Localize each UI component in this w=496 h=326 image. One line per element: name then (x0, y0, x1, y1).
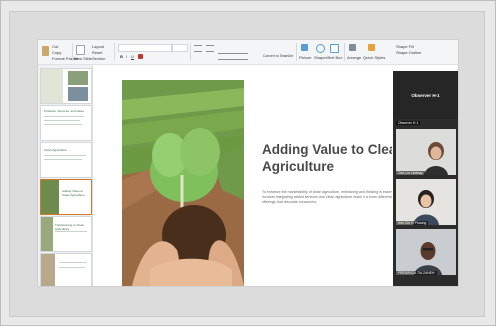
cut-button[interactable]: Cut (52, 44, 58, 49)
arrange-icon[interactable] (349, 44, 356, 51)
slide-title[interactable]: Adding Value to Clean Agriculture (262, 142, 392, 176)
picture-icon[interactable] (301, 44, 308, 51)
slide-canvas[interactable]: Adding Value to Clean Agriculture To enh… (122, 80, 392, 286)
slide-thumbnail[interactable]: Products, Services, and Ideas (40, 105, 92, 141)
section-button[interactable]: Section (92, 56, 105, 61)
slide-thumbnail[interactable]: Clean Agriculture (40, 142, 92, 178)
slide-thumbnail-pane: Products, Services, and Ideas Clean Agri… (38, 65, 93, 286)
participant-video-tile[interactable]: Cen-Lin Lindsay (396, 129, 456, 175)
shape-fill-button[interactable]: Shape Fill (396, 44, 414, 49)
quick-styles-icon[interactable] (368, 44, 375, 51)
italic-icon[interactable]: I (126, 54, 127, 59)
participant-video-tile[interactable]: Kim Chi Yi Phuong (396, 179, 456, 225)
participant-name: Observer H-1 (396, 121, 421, 125)
ribbon-separator (344, 43, 345, 61)
slide-thumbnail[interactable]: Transitioning to Clean Agriculture (40, 216, 92, 252)
slide-thumbnail[interactable] (40, 253, 92, 286)
font-color-icon[interactable] (138, 54, 143, 59)
shape-outline-button[interactable]: Shape Outline (396, 50, 421, 55)
arrange-button[interactable]: Arrange (347, 55, 361, 60)
layout-button[interactable]: Layout (92, 44, 104, 49)
ribbon-toolbar: Cut Copy Format Painter New Slide Layout… (38, 40, 458, 65)
active-speaker-name: Observer H-1 (411, 93, 440, 98)
shapes-icon[interactable] (316, 44, 325, 53)
text-box-button[interactable]: Text Box (327, 55, 342, 60)
ribbon-separator (296, 43, 297, 61)
font-size-dropdown[interactable] (172, 44, 188, 52)
ribbon-separator (72, 43, 73, 61)
font-name-dropdown[interactable] (118, 44, 172, 52)
picture-button[interactable]: Picture (299, 55, 311, 60)
text-box-icon[interactable] (330, 44, 339, 53)
participant-name: Kim Chi Yi Phuong (396, 221, 429, 225)
copy-button[interactable]: Copy (52, 50, 61, 55)
participant-video-tile[interactable]: FREDIRICA TIA ZANEH (396, 229, 456, 275)
ribbon-separator (114, 43, 115, 61)
convert-smartart-button[interactable]: Convert to SmartArt (263, 54, 293, 58)
numbering-icon[interactable] (206, 45, 214, 52)
ribbon-separator (190, 43, 191, 61)
quick-styles-button[interactable]: Quick Styles (363, 55, 385, 60)
app-window: Cut Copy Format Painter New Slide Layout… (38, 40, 458, 286)
reset-button[interactable]: Reset (92, 50, 102, 55)
align-icon[interactable] (218, 53, 248, 60)
farmer-hands-soil-image (122, 80, 244, 286)
bold-icon[interactable]: B (120, 54, 123, 59)
active-speaker-tile[interactable]: Observer H-1 (393, 71, 458, 119)
new-slide-button[interactable]: New Slide (74, 56, 92, 61)
slide-thumbnail[interactable] (40, 68, 92, 104)
participant-name: Cen-Lin Lindsay (396, 171, 425, 175)
slide-body-text[interactable]: To enhance the marketability of clean ag… (262, 190, 392, 206)
new-slide-icon[interactable] (76, 45, 85, 55)
shapes-button[interactable]: Shapes (314, 55, 328, 60)
participant-name: FREDIRICA TIA ZANEH (396, 271, 437, 275)
bullets-icon[interactable] (194, 45, 202, 52)
paste-icon[interactable] (42, 46, 49, 56)
slide-thumbnail-selected[interactable]: Adding Value to Clean Agriculture (40, 179, 92, 215)
underline-icon[interactable]: U (131, 54, 134, 59)
video-gallery-panel: Observer H-1 Observer H-1 Cen-Lin Lindsa… (393, 71, 458, 286)
